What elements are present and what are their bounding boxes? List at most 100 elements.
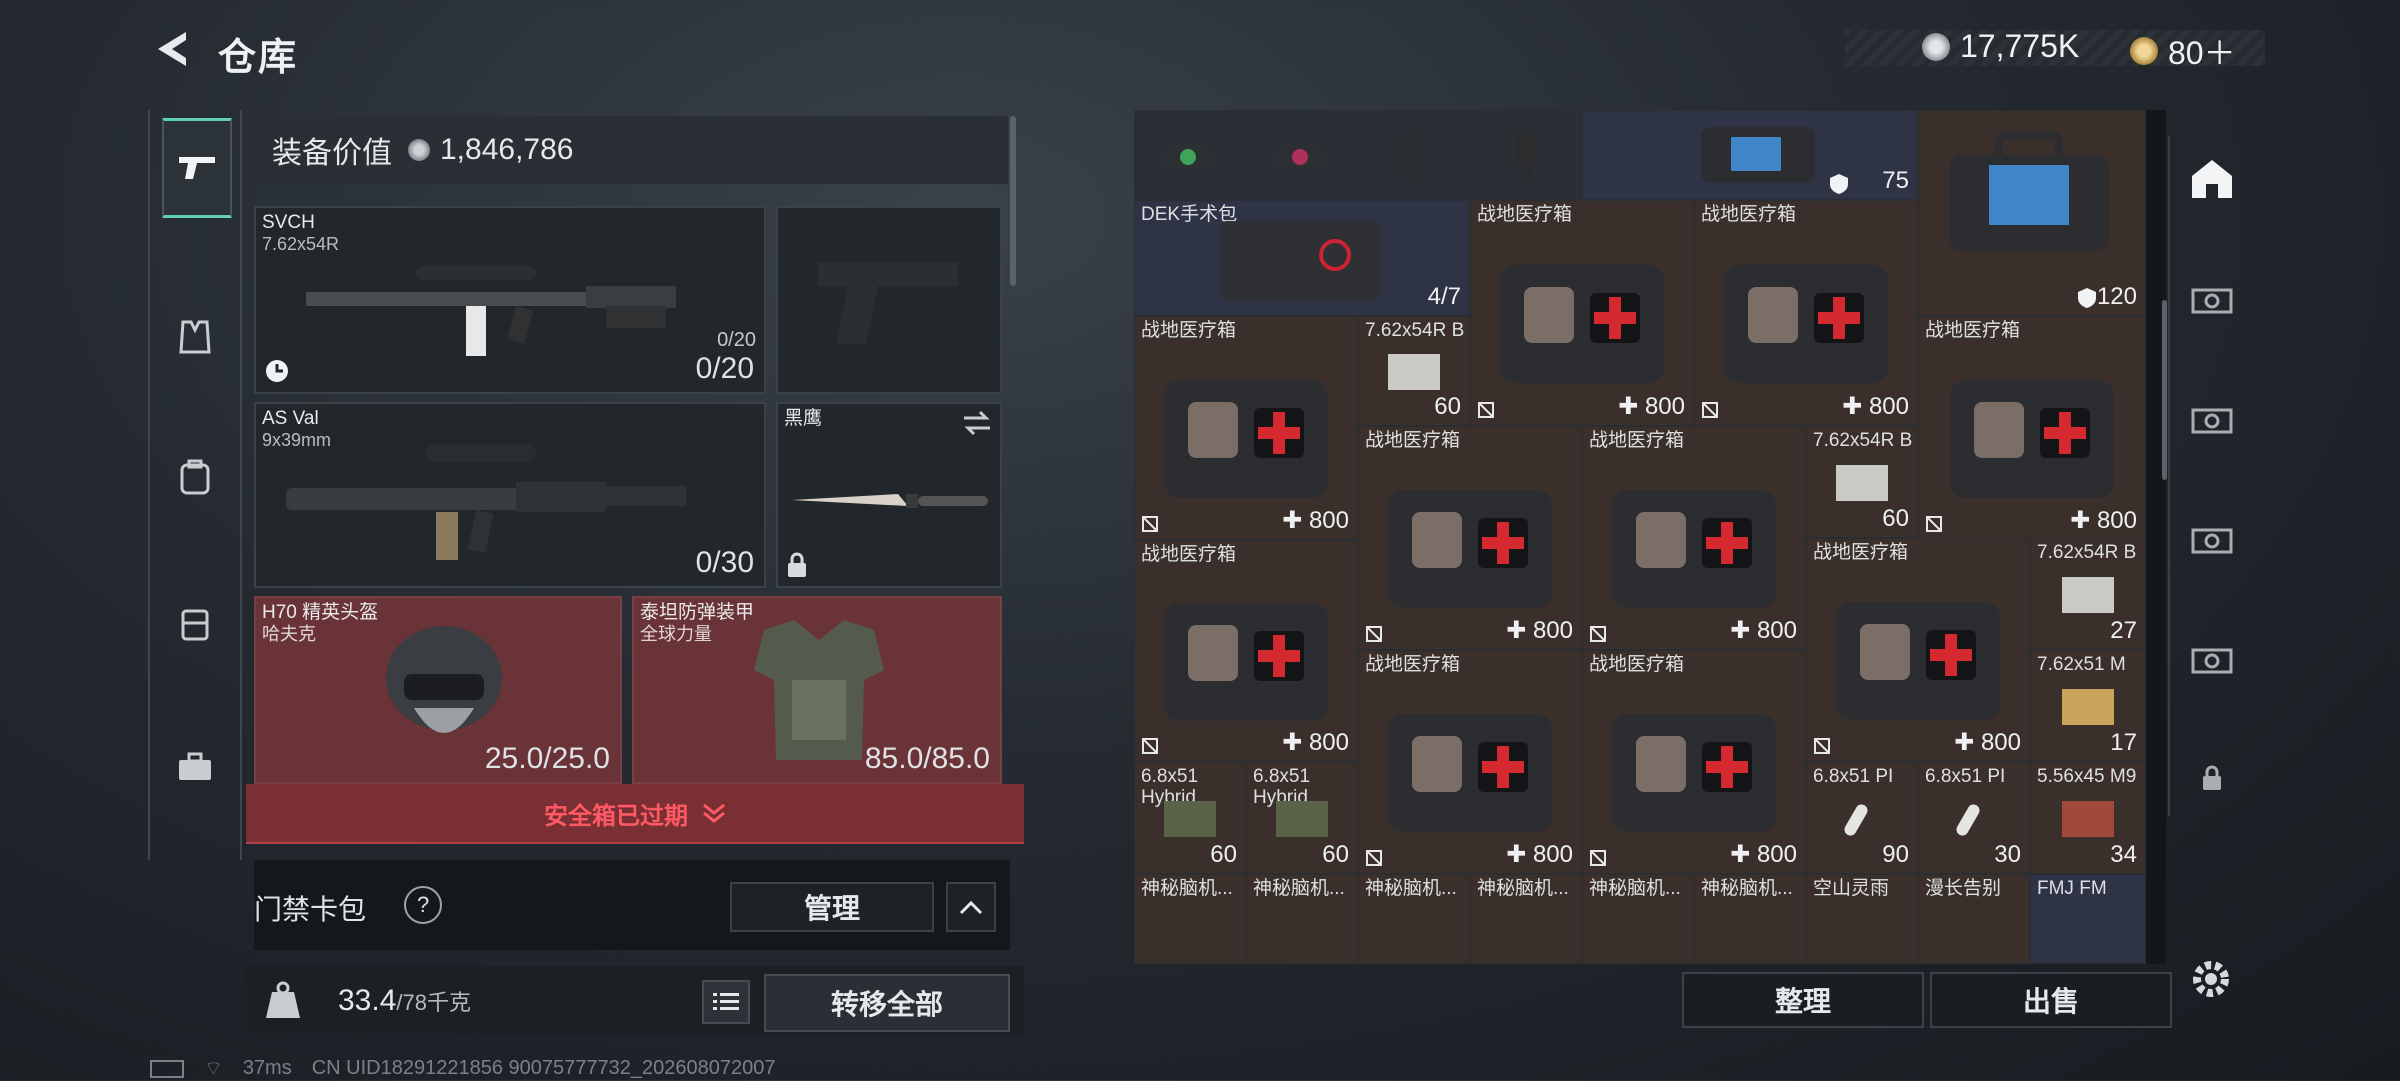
equipment-value-bar: 装备价值 1,846,786 bbox=[254, 116, 1008, 184]
case-icon bbox=[181, 609, 209, 641]
stash-page-4-tab[interactable] bbox=[2180, 506, 2244, 570]
no-insure-icon bbox=[1590, 626, 1606, 642]
stash-page-5-tab[interactable] bbox=[2180, 626, 2244, 690]
no-insure-icon bbox=[1702, 402, 1718, 418]
ammo-box-image bbox=[1836, 465, 1888, 501]
grid-item-watch[interactable]: 神秘脑机... bbox=[1694, 874, 1806, 964]
secure-container-expired-banner[interactable]: 安全箱已过期 bbox=[246, 784, 1024, 844]
sell-button[interactable]: 出售 bbox=[1930, 972, 2172, 1028]
grid-item-medkit[interactable]: 战地医疗箱 ✚ 800 bbox=[1582, 426, 1806, 650]
grid-item-sight-red[interactable] bbox=[1246, 110, 1358, 200]
lock-icon bbox=[2203, 765, 2221, 790]
stash-page-nav bbox=[2168, 136, 2254, 816]
pistol-grip-image bbox=[1514, 131, 1538, 181]
grid-item-ammo[interactable]: 6.8x51 Hybrid 60 bbox=[1246, 762, 1358, 874]
grid-item-watch[interactable]: 神秘脑机... bbox=[1358, 874, 1470, 964]
helmet-slot[interactable]: H70 精英头盔 哈夫克 25.0/25.0 bbox=[254, 596, 622, 784]
armor-slot[interactable]: 泰坦防弹装甲 全球力量 85.0/85.0 bbox=[632, 596, 1002, 784]
medkit-image bbox=[1388, 490, 1552, 609]
home-stash-icon bbox=[2192, 160, 2232, 198]
lock-icon bbox=[788, 552, 806, 577]
rounds-image bbox=[1844, 804, 1868, 836]
medkit-image bbox=[1724, 265, 1888, 384]
stash-page-3-tab[interactable] bbox=[2180, 386, 2244, 450]
stash-scrollbar[interactable] bbox=[2162, 300, 2167, 480]
help-icon[interactable]: ? bbox=[396, 878, 450, 932]
stash-home-tab[interactable] bbox=[2180, 146, 2244, 210]
grid-item-grip[interactable] bbox=[1358, 110, 1470, 200]
grid-item-sight-green[interactable] bbox=[1134, 110, 1246, 200]
grid-item-bag-small[interactable]: 75 bbox=[1582, 110, 1918, 200]
grid-item-ammo[interactable]: 6.8x51 Hybrid 60 bbox=[1134, 762, 1246, 874]
secondary-weapon-slot[interactable]: AS Val 9x39mm 0/30 bbox=[254, 402, 766, 588]
tab-case[interactable] bbox=[162, 590, 228, 656]
grid-item-ammo[interactable]: FMJ FM bbox=[2030, 874, 2146, 964]
grid-item-medkit[interactable]: 战地医疗箱 ✚ 800 bbox=[1134, 316, 1358, 540]
list-view-button[interactable] bbox=[702, 980, 750, 1024]
grid-item-watch[interactable]: 神秘脑机... bbox=[1582, 874, 1694, 964]
grid-item-medkit[interactable]: 战地医疗箱 ✚ 800 bbox=[1470, 200, 1694, 426]
loadout-scrollbar[interactable] bbox=[1010, 116, 1016, 286]
grid-item-medkit[interactable]: 战地医疗箱 ✚ 800 bbox=[1918, 316, 2146, 540]
ammo-box-image bbox=[2062, 689, 2114, 725]
grid-item-ammo[interactable]: 7.62x51 M 17 bbox=[2030, 650, 2146, 762]
tab-briefcase[interactable] bbox=[162, 734, 228, 800]
red-dot-sight-image bbox=[1166, 145, 1210, 169]
grid-item-medkit[interactable]: 战地医疗箱 ✚ 800 bbox=[1358, 426, 1582, 650]
grid-item-drink[interactable]: 漫长告别 bbox=[1918, 874, 2030, 964]
no-insure-icon bbox=[1478, 402, 1494, 418]
medkit-image bbox=[1164, 603, 1328, 722]
briefcase-icon bbox=[179, 752, 211, 780]
premium-coin-icon bbox=[2130, 37, 2158, 65]
grid-item-medkit[interactable]: 战地医疗箱 ✚ 800 bbox=[1134, 540, 1358, 762]
no-insure-icon bbox=[1366, 626, 1382, 642]
medkit-image bbox=[1950, 380, 2114, 499]
medkit-image bbox=[1164, 380, 1328, 499]
grid-item-ammo[interactable]: 7.62x54R B 27 bbox=[2030, 538, 2146, 650]
swap-icon[interactable] bbox=[962, 410, 992, 436]
manage-button[interactable]: 管理 bbox=[730, 882, 934, 932]
chevron-up-icon bbox=[959, 900, 983, 915]
back-button[interactable] bbox=[150, 26, 196, 72]
medkit-image bbox=[1836, 602, 2000, 721]
premium-balance[interactable]: 80＋ bbox=[2130, 28, 2236, 74]
grid-item-watch[interactable]: 神秘脑机... bbox=[1246, 874, 1358, 964]
medkit-image bbox=[1612, 714, 1776, 833]
tab-weapons[interactable] bbox=[162, 118, 232, 218]
settings-gear-icon[interactable] bbox=[2186, 954, 2236, 1004]
stash-page-2-tab[interactable] bbox=[2180, 266, 2244, 330]
tab-vest[interactable] bbox=[162, 304, 228, 370]
grid-item-medkit[interactable]: 战地医疗箱 ✚ 800 bbox=[1358, 650, 1582, 874]
grid-item-medkit[interactable]: 战地医疗箱 ✚ 800 bbox=[1582, 650, 1806, 874]
expand-button[interactable] bbox=[946, 882, 996, 932]
left-category-nav bbox=[148, 110, 242, 860]
wifi-icon: ⌔ bbox=[204, 1058, 223, 1080]
grid-item-watch[interactable]: 神秘脑机... bbox=[1470, 874, 1582, 964]
grid-item-medkit[interactable]: 战地医疗箱 ✚ 800 bbox=[1806, 538, 2030, 762]
grid-item-watch[interactable]: 神秘脑机... bbox=[1134, 874, 1246, 964]
arrange-button[interactable]: 整理 bbox=[1682, 972, 1924, 1028]
stash-grid[interactable]: 75 120 DEK手术包 4/7 战地医疗箱 ✚ 800 战地医疗箱 ✚ 80… bbox=[1134, 110, 2166, 964]
shield-icon bbox=[1830, 174, 1848, 194]
grid-item-ammo[interactable]: 7.62x54R B 60 bbox=[1806, 426, 1918, 538]
transfer-all-button[interactable]: 转移全部 bbox=[764, 974, 1010, 1032]
melee-slot[interactable]: 黑鹰 bbox=[776, 402, 1002, 588]
primary-weapon-slot[interactable]: SVCH 7.62x54R 0/20 0/20 bbox=[254, 206, 766, 394]
sidearm-slot-empty[interactable] bbox=[776, 206, 1002, 394]
stash-locked-tab[interactable] bbox=[2180, 746, 2244, 810]
grid-item-tech-bag-large[interactable]: 120 bbox=[1918, 110, 2146, 316]
rifle-asval-image bbox=[286, 444, 686, 560]
grid-item-medkit[interactable]: 战地医疗箱 ✚ 800 bbox=[1694, 200, 1918, 426]
ammo-box-image bbox=[1388, 354, 1440, 390]
grid-item-dek-surgical-kit[interactable]: DEK手术包 4/7 bbox=[1134, 200, 1470, 316]
tab-backpack[interactable] bbox=[162, 444, 228, 510]
grid-item-grip-2[interactable] bbox=[1470, 110, 1582, 200]
no-insure-icon bbox=[1814, 738, 1830, 754]
grid-item-ammo[interactable]: 7.62x54R B 60 bbox=[1358, 316, 1470, 426]
grid-item-ammo[interactable]: 6.8x51 PI 90 bbox=[1806, 762, 1918, 874]
stash-tier-icon bbox=[2191, 288, 2233, 314]
grid-item-ammo[interactable]: 6.8x51 PI 30 bbox=[1918, 762, 2030, 874]
grid-item-ammo[interactable]: 5.56x45 M9 34 bbox=[2030, 762, 2146, 874]
grid-item-drink[interactable]: 空山灵雨 bbox=[1806, 874, 1918, 964]
no-insure-icon bbox=[1142, 516, 1158, 532]
